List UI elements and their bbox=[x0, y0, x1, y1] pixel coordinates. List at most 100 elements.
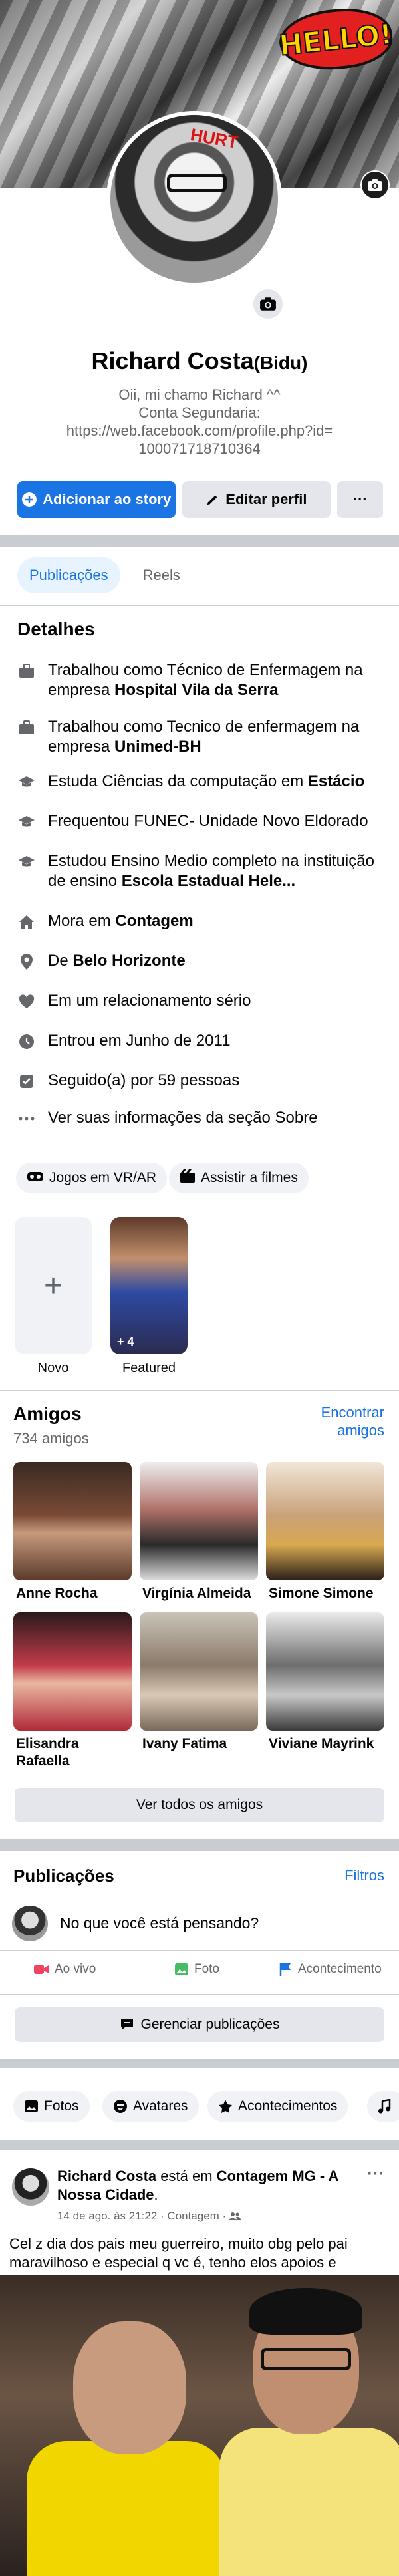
hobby-chip[interactable]: Assistir a filmes bbox=[169, 1163, 309, 1193]
more-options-button[interactable]: ··· bbox=[337, 481, 383, 518]
clock-icon bbox=[17, 1032, 36, 1051]
detail-text: De Belo Horizonte bbox=[48, 952, 186, 970]
detail-link[interactable]: Escola Estadual Hele... bbox=[122, 872, 295, 890]
friend-photo[interactable] bbox=[266, 1462, 384, 1580]
followers-icon bbox=[17, 1072, 36, 1091]
friend-photo[interactable] bbox=[140, 1612, 258, 1731]
detail-link[interactable]: Unimed-BH bbox=[114, 738, 201, 756]
friend-name[interactable]: Viviane Mayrink bbox=[269, 1735, 388, 1753]
hobby-chip[interactable]: Jogos em VR/AR bbox=[16, 1163, 168, 1193]
friends-count: 734 amigos bbox=[13, 1430, 89, 1447]
divider bbox=[0, 1390, 399, 1391]
friend-name[interactable]: Simone Simone bbox=[269, 1585, 388, 1602]
detail-item: Mora em Contagem bbox=[17, 911, 390, 931]
filter-chip-life-events[interactable]: Acontecimentos bbox=[207, 2091, 348, 2122]
friend-photo[interactable] bbox=[266, 1612, 384, 1731]
photo-button[interactable]: Foto bbox=[174, 1962, 219, 1977]
friend-name[interactable]: Anne Rocha bbox=[16, 1585, 136, 1602]
hair-son bbox=[249, 2288, 362, 2335]
profile-picture[interactable]: HURT bbox=[106, 111, 282, 287]
avatar[interactable] bbox=[12, 1906, 48, 1941]
bio-line: Conta Segundaria: bbox=[138, 404, 261, 421]
ellipsis-icon: ··· bbox=[352, 491, 368, 507]
see-all-friends-button[interactable]: Ver todos os amigos bbox=[15, 1788, 384, 1822]
edit-profile-button[interactable]: Editar perfil bbox=[182, 481, 331, 518]
filter-chip-avatars[interactable]: Avatares bbox=[102, 2091, 199, 2122]
pencil-icon bbox=[207, 495, 217, 505]
avatar[interactable] bbox=[12, 2168, 49, 2206]
friend-photo[interactable] bbox=[13, 1462, 132, 1580]
filter-chip-photos[interactable]: Fotos bbox=[13, 2091, 90, 2122]
filters-link[interactable]: Filtros bbox=[344, 1867, 384, 1884]
chip-label: Fotos bbox=[44, 2098, 79, 2114]
plus-icon: + bbox=[43, 1268, 63, 1304]
briefcase-icon bbox=[17, 718, 36, 737]
video-camera-icon bbox=[34, 1965, 49, 1974]
cover-camera-button[interactable] bbox=[360, 170, 390, 200]
see-about-link[interactable]: Ver suas informações da seção Sobre bbox=[17, 1108, 390, 1128]
composer-input[interactable]: No que você está pensando? bbox=[60, 1914, 259, 1932]
profile-name: Richard Costa(Bidu) bbox=[0, 347, 399, 375]
post-author[interactable]: Richard Costa bbox=[57, 2168, 156, 2184]
hello-text: HELLO! bbox=[277, 17, 395, 63]
friends-heading: Amigos bbox=[13, 1403, 82, 1424]
detail-link[interactable]: Estácio bbox=[308, 772, 364, 790]
manage-posts-button[interactable]: Gerenciar publicações bbox=[15, 2007, 384, 2042]
camera-icon bbox=[260, 297, 276, 311]
friend-name[interactable]: Virgínia Almeida bbox=[142, 1585, 262, 1602]
new-highlight-button[interactable]: + bbox=[15, 1217, 92, 1354]
friend-name[interactable]: Elisandra Rafaella bbox=[16, 1735, 136, 1770]
plus-circle-icon bbox=[22, 492, 37, 507]
add-story-button[interactable]: Adicionar ao story bbox=[17, 481, 176, 518]
ellipsis-icon bbox=[17, 1109, 36, 1128]
tab-reels[interactable]: Reels bbox=[131, 557, 192, 593]
section-divider bbox=[0, 1839, 399, 1851]
add-story-label: Adicionar ao story bbox=[43, 491, 172, 507]
friends-audience-icon bbox=[229, 2212, 241, 2220]
divider bbox=[0, 605, 399, 606]
graduation-cap-icon bbox=[17, 813, 36, 831]
life-event-button[interactable]: Acontecimento bbox=[279, 1962, 382, 1977]
detail-text: Estuda Ciências da computação em Estácio bbox=[48, 772, 365, 790]
friend-photo[interactable] bbox=[13, 1612, 132, 1731]
profile-tabs: Publicações Reels bbox=[17, 557, 192, 593]
chat-bubble-icon bbox=[120, 2019, 133, 2030]
friend-photo[interactable] bbox=[140, 1462, 258, 1580]
detail-item: De Belo Horizonte bbox=[17, 951, 390, 971]
detail-link[interactable]: Hospital Vila da Serra bbox=[114, 681, 278, 699]
edit-profile-label: Editar perfil bbox=[225, 491, 307, 507]
detail-link[interactable]: Belo Horizonte bbox=[72, 952, 185, 970]
heart-icon bbox=[17, 992, 36, 1011]
hobby-label: Assistir a filmes bbox=[201, 1170, 298, 1185]
filter-chip-music[interactable] bbox=[367, 2091, 399, 2122]
live-button[interactable]: Ao vivo bbox=[33, 1962, 96, 1977]
detail-link[interactable]: Contagem bbox=[115, 912, 193, 930]
detail-text: Seguido(a) por 59 pessoas bbox=[48, 1072, 240, 1089]
section-divider bbox=[0, 535, 399, 547]
detail-item[interactable]: Seguido(a) por 59 pessoas bbox=[17, 1071, 390, 1091]
section-divider bbox=[0, 2059, 399, 2068]
avatar-camera-button[interactable] bbox=[251, 287, 285, 321]
post-photo[interactable] bbox=[0, 2275, 399, 2576]
film-icon bbox=[180, 1169, 196, 1187]
graduation-cap-icon bbox=[17, 853, 36, 871]
bio-link[interactable]: 100071718710364 bbox=[27, 440, 372, 458]
featured-highlight[interactable]: + 4 bbox=[110, 1217, 188, 1354]
find-friends-link[interactable]: Encontrar amigos bbox=[291, 1403, 384, 1439]
detail-item: Estudou Ensino Medio completo na institu… bbox=[17, 851, 390, 891]
friend-name[interactable]: Ivany Fatima bbox=[142, 1735, 262, 1753]
post-meta: 14 de ago. às 21:22 · Contagem · bbox=[57, 2210, 241, 2223]
detail-item: Entrou em Junho de 2011 bbox=[17, 1031, 390, 1051]
briefcase-icon bbox=[17, 662, 36, 680]
camera-icon bbox=[368, 179, 382, 191]
post-more-button[interactable]: ··· bbox=[367, 2163, 384, 2184]
glasses-illustration bbox=[167, 174, 227, 192]
detail-text: Estudou Ensino Medio completo na institu… bbox=[48, 852, 374, 890]
bio-link[interactable]: https://web.facebook.com/profile.php?id= bbox=[27, 422, 372, 440]
tab-publicacoes[interactable]: Publicações bbox=[17, 557, 120, 593]
detail-item: Trabalhou como Técnico de Enfermagem na … bbox=[17, 660, 390, 700]
profile-actions: Adicionar ao story Editar perfil ··· bbox=[17, 481, 383, 518]
detail-text: Em um relacionamento sério bbox=[48, 992, 251, 1010]
post-timestamp[interactable]: 14 de ago. às 21:22 · Contagem · bbox=[57, 2210, 226, 2223]
details-heading: Detalhes bbox=[17, 619, 95, 639]
